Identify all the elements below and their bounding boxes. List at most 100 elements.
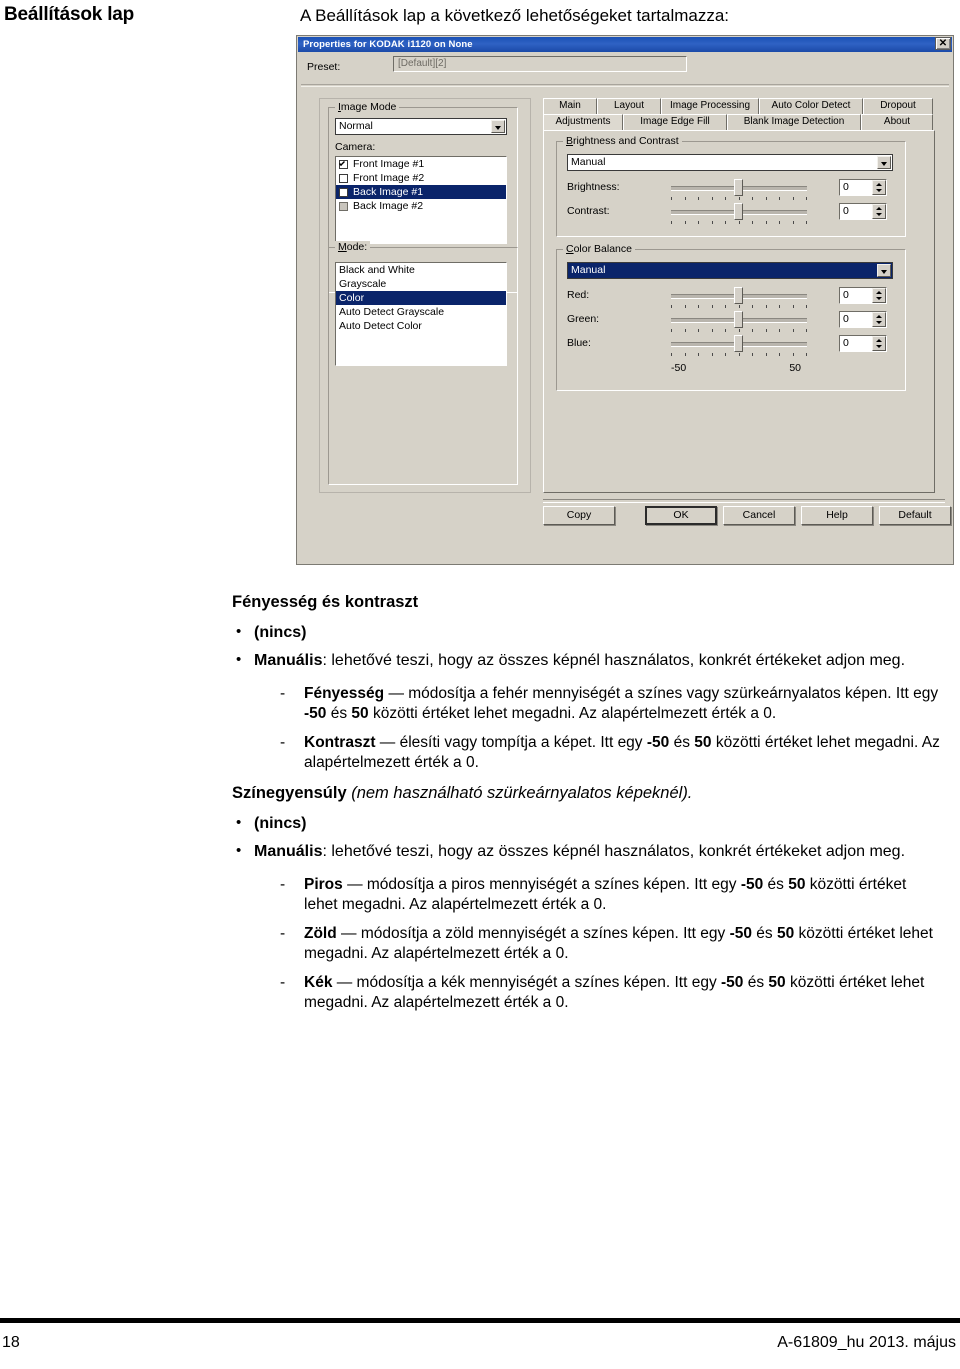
list-item: Kék — módosítja a kék mennyiségét a szín… — [278, 973, 944, 1013]
value-max: 50 — [694, 733, 712, 751]
list-item[interactable]: Front Image #2 — [336, 171, 506, 185]
blue-slider-thumb[interactable] — [734, 335, 743, 352]
close-icon[interactable]: ✕ — [935, 37, 951, 50]
green-slider-thumb[interactable] — [734, 311, 743, 328]
brightness-contrast-mode-select[interactable]: Manual — [567, 154, 893, 171]
green-value: 0 — [843, 313, 849, 325]
list-item[interactable]: Front Image #1 — [336, 157, 506, 171]
text: — élesíti vagy tompítja a képet. Itt egy — [375, 733, 647, 751]
color-balance-legend: Color Balance — [563, 243, 635, 255]
checkbox-icon[interactable] — [339, 159, 348, 169]
spinner-up-down-icon[interactable] — [872, 204, 886, 219]
list-item[interactable]: Back Image #1 — [336, 185, 506, 199]
spinner-up-down-icon[interactable] — [872, 312, 886, 327]
spinner-up-down-icon[interactable] — [872, 288, 886, 303]
color-balance-mode-select[interactable]: Manual — [567, 262, 893, 279]
brightness-contrast-legend: Brightness and Contrast — [563, 135, 682, 147]
list-item: (nincs) — [232, 622, 944, 643]
contrast-slider-thumb[interactable] — [734, 203, 743, 220]
cancel-button[interactable]: Cancel — [723, 506, 795, 525]
range-max-label: 50 — [789, 362, 801, 374]
color-balance-dashes: Piros — módosítja a piros mennyiségét a … — [232, 875, 944, 1014]
chevron-down-icon[interactable] — [877, 264, 891, 277]
mode-group: Mode: Black and White Grayscale Color Au… — [328, 241, 518, 485]
value-min: -50 — [721, 974, 744, 992]
range-min-label: -50 — [671, 362, 687, 374]
contrast-value-input[interactable]: 0 — [839, 203, 887, 220]
footer-rule — [0, 1318, 960, 1323]
brightness-label: Brightness: — [567, 181, 620, 193]
blue-label: Blue: — [567, 337, 591, 349]
tab-layout[interactable]: Layout — [597, 98, 661, 114]
image-mode-select[interactable]: Normal — [335, 118, 507, 135]
green-value-input[interactable]: 0 — [839, 311, 887, 328]
list-item[interactable]: Color — [336, 291, 506, 305]
text: és — [763, 875, 789, 893]
left-settings-pane: Image Mode Normal Camera: Front Image #1… — [319, 98, 531, 493]
camera-listbox[interactable]: Front Image #1 Front Image #2 Back Image… — [335, 156, 507, 244]
tab-image-processing[interactable]: Image Processing — [661, 98, 759, 114]
value-max: 50 — [776, 925, 795, 942]
list-item: Fényesség — módosítja a fehér mennyiségé… — [278, 684, 944, 724]
list-item: Piros — módosítja a piros mennyiségét a … — [278, 875, 944, 915]
text: és — [752, 925, 777, 942]
checkbox-icon — [339, 201, 348, 211]
list-item-label: Back Image #2 — [353, 200, 424, 212]
tab-strip: Main Layout Image Processing Auto Color … — [543, 98, 935, 131]
tab-auto-color-detect[interactable]: Auto Color Detect — [759, 98, 863, 114]
term: Kontraszt — [304, 733, 376, 751]
list-item[interactable]: Auto Detect Color — [336, 319, 506, 333]
help-button[interactable]: Help — [801, 506, 873, 525]
list-item-label: Back Image #1 — [353, 186, 424, 198]
list-item[interactable]: Black and White — [336, 263, 506, 277]
brightness-contrast-dashes: Fényesség — módosítja a fehér mennyiségé… — [232, 684, 944, 774]
ok-button[interactable]: OK — [645, 506, 717, 525]
text: közötti értéket lehet megadni. Az alapér… — [368, 704, 777, 722]
tab-blank-image-detection[interactable]: Blank Image Detection — [727, 114, 861, 130]
heading-bold: Színegyensúly — [232, 784, 347, 803]
mode-listbox[interactable]: Black and White Grayscale Color Auto Det… — [335, 262, 507, 366]
blue-value: 0 — [843, 337, 849, 349]
red-value-input[interactable]: 0 — [839, 287, 887, 304]
blue-value-input[interactable]: 0 — [839, 335, 887, 352]
spinner-up-down-icon[interactable] — [872, 180, 886, 195]
preset-row: Preset: [Default][2] — [297, 54, 953, 82]
list-item[interactable]: Grayscale — [336, 277, 506, 291]
brightness-value-input[interactable]: 0 — [839, 179, 887, 196]
tab-main[interactable]: Main — [543, 98, 597, 114]
heading-italic: (nem használható szürkeárnyalatos képekn… — [346, 784, 693, 803]
term: Piros — [304, 875, 343, 893]
blue-slider-ticks — [671, 353, 807, 357]
adjustments-tab-panel: Brightness and Contrast Manual Brightnes… — [543, 130, 935, 493]
checkbox-icon[interactable] — [339, 173, 348, 183]
section-heading-brightness-contrast: Fényesség és kontraszt — [232, 593, 419, 611]
red-slider-thumb[interactable] — [734, 287, 743, 304]
dialog-footer-divider — [543, 499, 945, 503]
chevron-down-icon[interactable] — [877, 156, 891, 169]
checkbox-icon[interactable] — [339, 187, 348, 197]
tab-adjustments[interactable]: Adjustments — [543, 114, 623, 130]
brightness-slider-thumb[interactable] — [734, 179, 743, 196]
color-balance-bullets: (nincs) Manuális: lehetővé teszi, hogy a… — [232, 813, 944, 863]
list-item: (nincs) — [232, 813, 944, 834]
tab-about[interactable]: About — [861, 114, 933, 130]
text: — módosítja a kék mennyiségét a színes k… — [332, 974, 721, 992]
preset-input[interactable]: [Default][2] — [393, 56, 687, 72]
dialog-divider — [301, 84, 949, 87]
blue-slider-row: Blue: 0 — [567, 332, 897, 360]
default-button[interactable]: Default — [879, 506, 951, 525]
brightness-contrast-mode-value: Manual — [571, 156, 606, 168]
text: — módosítja a zöld mennyiségét a színes … — [336, 925, 730, 942]
image-mode-legend: Image Mode — [335, 101, 400, 113]
tab-dropout[interactable]: Dropout — [863, 98, 933, 114]
chevron-down-icon[interactable] — [491, 120, 505, 133]
copy-button[interactable]: Copy — [543, 506, 615, 525]
spinner-up-down-icon[interactable] — [872, 336, 886, 351]
color-balance-group: Color Balance Manual Red: 0 Green: 0 Blu… — [556, 243, 906, 391]
tab-image-edge-fill[interactable]: Image Edge Fill — [623, 114, 727, 130]
list-item[interactable]: Back Image #2 — [336, 199, 506, 213]
list-item: Zöld — módosítja a zöld mennyiségét a sz… — [278, 924, 944, 964]
term: Kék — [304, 974, 333, 992]
list-item[interactable]: Auto Detect Grayscale — [336, 305, 506, 319]
bullet-label: (nincs) — [254, 623, 307, 641]
